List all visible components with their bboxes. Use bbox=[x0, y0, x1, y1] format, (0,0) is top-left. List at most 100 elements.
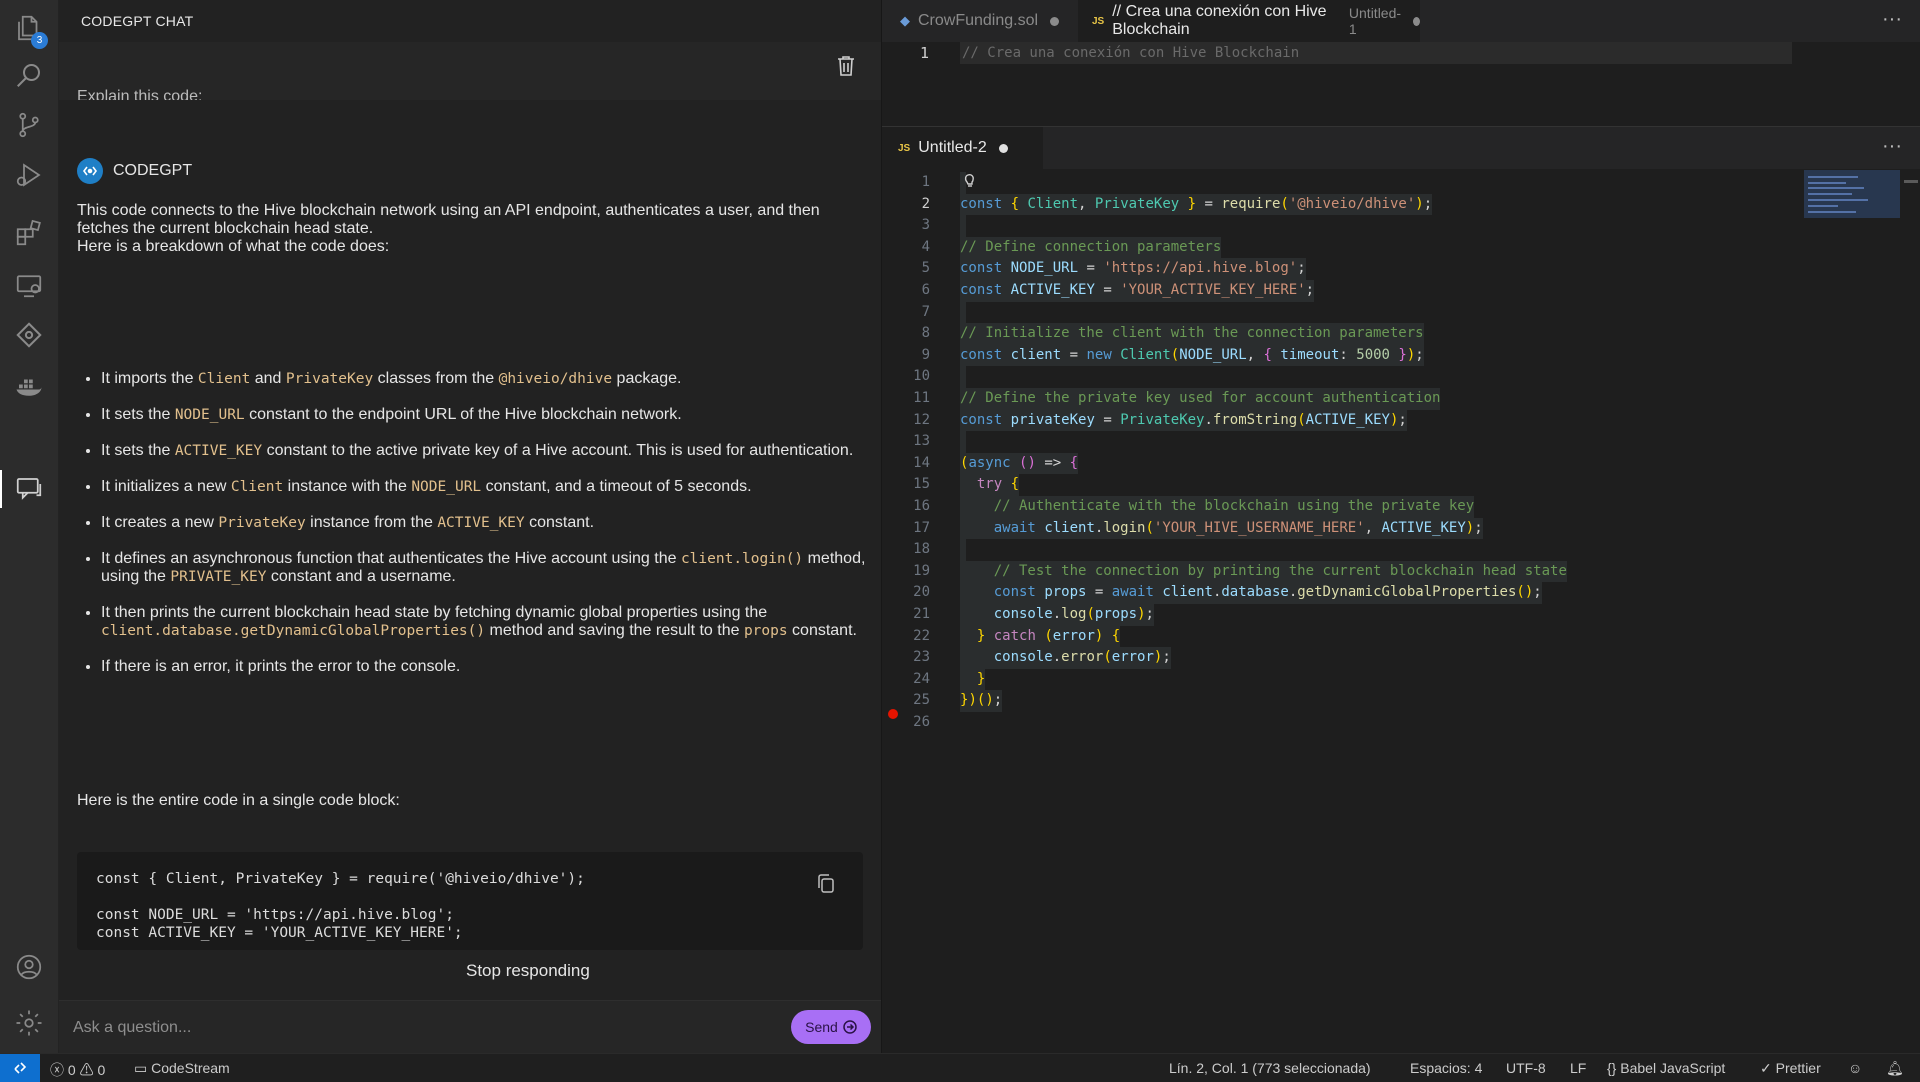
code-line-text bbox=[960, 301, 966, 324]
tab-description: Untitled-1 bbox=[1348, 5, 1402, 37]
item-text: method and saving the result to the bbox=[485, 622, 744, 639]
extensions-icon[interactable] bbox=[0, 208, 58, 258]
explorer-badge: 3 bbox=[31, 32, 48, 49]
code-block-line: const { Client, PrivateKey } = require('… bbox=[96, 871, 585, 887]
gitlens-icon[interactable] bbox=[0, 310, 58, 360]
account-icon[interactable] bbox=[0, 942, 58, 992]
encoding-status[interactable]: UTF-8 bbox=[1506, 1060, 1546, 1076]
line-number: 1 bbox=[920, 44, 930, 62]
line-number: 4 bbox=[921, 238, 930, 255]
editor-tabs-bottom: JS Untitled-2 ··· bbox=[882, 126, 1920, 169]
code-line: 5 const NODE_URL = 'https://api.hive.blog… bbox=[882, 258, 1920, 280]
code-line-text: })(); bbox=[960, 690, 1003, 712]
code-line: 8 // Initialize the client with the conne… bbox=[882, 323, 1920, 345]
code-line-text: // Define connection parameters bbox=[960, 236, 1222, 259]
inline-code: PRIVATE_KEY bbox=[170, 569, 267, 585]
source-control-icon[interactable] bbox=[0, 100, 58, 150]
item-text: It sets the bbox=[101, 406, 175, 423]
line-number: 2 bbox=[921, 195, 930, 212]
status-bar: ⓧ 0 ⚠ 0 ▭ CodeStream Lín. 2, Col. 1 (773… bbox=[0, 1053, 1920, 1082]
breakdown-item: It imports the Client and PrivateKey cla… bbox=[101, 370, 881, 388]
item-text: constant to the active private key of a … bbox=[262, 442, 854, 459]
settings-gear-icon[interactable] bbox=[0, 998, 58, 1048]
run-debug-icon[interactable] bbox=[0, 150, 58, 200]
code-line: 18 bbox=[882, 539, 1920, 561]
ask-bar: Send bbox=[59, 1000, 881, 1054]
code-line: 16 // Authenticate with the blockchain u… bbox=[882, 496, 1920, 518]
more-actions-icon[interactable]: ··· bbox=[1882, 135, 1902, 158]
tab-untitled-1[interactable]: JS // Crea una conexión con Hive Blockch… bbox=[1078, 0, 1420, 42]
unsaved-dot-icon[interactable] bbox=[1413, 16, 1420, 26]
tab-crowfunding-sol[interactable]: ◆ CrowFunding.sol bbox=[900, 0, 1060, 42]
line-number: 20 bbox=[913, 584, 930, 601]
scrollbar[interactable] bbox=[1904, 180, 1918, 183]
code-line-text: const NODE_URL = 'https://api.hive.blog'… bbox=[960, 258, 1306, 280]
item-text: It initializes a new bbox=[101, 478, 231, 495]
breakpoint-icon[interactable] bbox=[888, 709, 898, 719]
code-line: 20 const props = await client.database.g… bbox=[882, 582, 1920, 604]
eol-status[interactable]: LF bbox=[1570, 1060, 1586, 1076]
language-mode[interactable]: {} Babel JavaScript bbox=[1607, 1060, 1725, 1076]
editor-tabs-top: ◆ CrowFunding.sol JS // Crea una conexió… bbox=[882, 0, 1920, 42]
code-line-text: (async () => { bbox=[960, 452, 1079, 475]
inline-code: ACTIVE_KEY bbox=[437, 515, 525, 531]
send-button[interactable]: Send bbox=[791, 1010, 871, 1044]
code-line-text: // Initialize the client with the connec… bbox=[960, 323, 1424, 345]
docker-icon[interactable] bbox=[0, 362, 58, 412]
editor-area: ◆ CrowFunding.sol JS // Crea una conexió… bbox=[882, 0, 1920, 1053]
line-number: 14 bbox=[913, 454, 930, 471]
item-text: constant, and a timeout of 5 seconds. bbox=[481, 478, 752, 495]
editor-untitled-2[interactable]: 1 2 const { Client, PrivateKey } = requir… bbox=[882, 168, 1920, 1053]
more-actions-icon[interactable]: ··· bbox=[1882, 8, 1902, 31]
code-line-text: const { Client, PrivateKey } = require('… bbox=[960, 193, 1433, 216]
stop-responding-button[interactable]: Stop responding bbox=[466, 961, 590, 981]
line-number: 23 bbox=[913, 649, 930, 666]
ask-question-input[interactable] bbox=[71, 1015, 835, 1041]
tab-label: // Crea una conexión con Hive Blockchain bbox=[1112, 3, 1327, 38]
prettier-status[interactable]: ✓ Prettier bbox=[1760, 1060, 1821, 1077]
entire-code-heading: Here is the entire code in a single code… bbox=[77, 792, 400, 809]
js-file-icon: JS bbox=[898, 142, 911, 154]
clear-chat-trash-icon[interactable] bbox=[835, 54, 857, 83]
feedback-icon[interactable]: ☺ bbox=[1848, 1060, 1862, 1076]
inline-code: Client bbox=[230, 479, 284, 495]
code-line-text bbox=[960, 215, 966, 237]
editor-untitled-1[interactable]: 1 // Crea una conexión con Hive Blockcha… bbox=[882, 42, 1920, 126]
tab-untitled-2[interactable]: JS Untitled-2 bbox=[882, 127, 1043, 169]
copy-code-icon[interactable] bbox=[816, 873, 836, 900]
item-text: constant. bbox=[524, 514, 595, 531]
code-line: 21 console.log(props); bbox=[882, 604, 1920, 626]
minimap[interactable] bbox=[1804, 170, 1900, 218]
problems-indicator[interactable]: ⓧ 0 ⚠ 0 bbox=[50, 1060, 105, 1080]
code-line: 9 const client = new Client(NODE_URL, { t… bbox=[882, 344, 1920, 367]
unsaved-dot-icon[interactable] bbox=[1050, 16, 1060, 26]
codestream-status[interactable]: ▭ CodeStream bbox=[134, 1060, 230, 1077]
warning-icon: ⚠ bbox=[79, 1062, 94, 1078]
code-block-line bbox=[96, 888, 585, 906]
code-line: 25})(); bbox=[882, 690, 1920, 712]
codegpt-chat-icon[interactable] bbox=[0, 464, 58, 514]
breakdown-heading: Here is a breakdown of what the code doe… bbox=[77, 238, 390, 255]
search-icon[interactable] bbox=[0, 50, 58, 100]
bot-intro-text: This code connects to the Hive blockchai… bbox=[77, 202, 820, 237]
code-line: 6 const ACTIVE_KEY = 'YOUR_ACTIVE_KEY_HER… bbox=[882, 280, 1920, 302]
item-text: If there is an error, it prints the erro… bbox=[101, 658, 461, 675]
remote-explorer-icon[interactable] bbox=[0, 260, 58, 310]
indentation-status[interactable]: Espacios: 4 bbox=[1410, 1060, 1482, 1076]
prettier-label: Prettier bbox=[1775, 1060, 1821, 1076]
line-number: 3 bbox=[921, 217, 930, 234]
unsaved-dot-icon[interactable] bbox=[998, 143, 1008, 153]
explorer-icon[interactable]: 3 bbox=[0, 3, 58, 53]
item-text: instance from the bbox=[305, 514, 438, 531]
breakdown-item: If there is an error, it prints the erro… bbox=[101, 658, 881, 676]
code-block-line: const NODE_URL = 'https://api.hive.blog'… bbox=[96, 907, 454, 923]
code-line: 10 bbox=[882, 366, 1920, 388]
code-line-text: console.log(props); bbox=[960, 604, 1154, 626]
inline-code: NODE_URL bbox=[174, 407, 245, 423]
cursor-position[interactable]: Lín. 2, Col. 1 (773 seleccionada) bbox=[1169, 1060, 1371, 1076]
code-line-text: // Define the private key used for accou… bbox=[960, 388, 1441, 410]
remote-indicator-icon[interactable] bbox=[0, 1054, 40, 1082]
notifications-bell-icon[interactable]: 🔔︎ bbox=[1886, 1060, 1904, 1077]
lightbulb-icon[interactable] bbox=[962, 170, 978, 188]
